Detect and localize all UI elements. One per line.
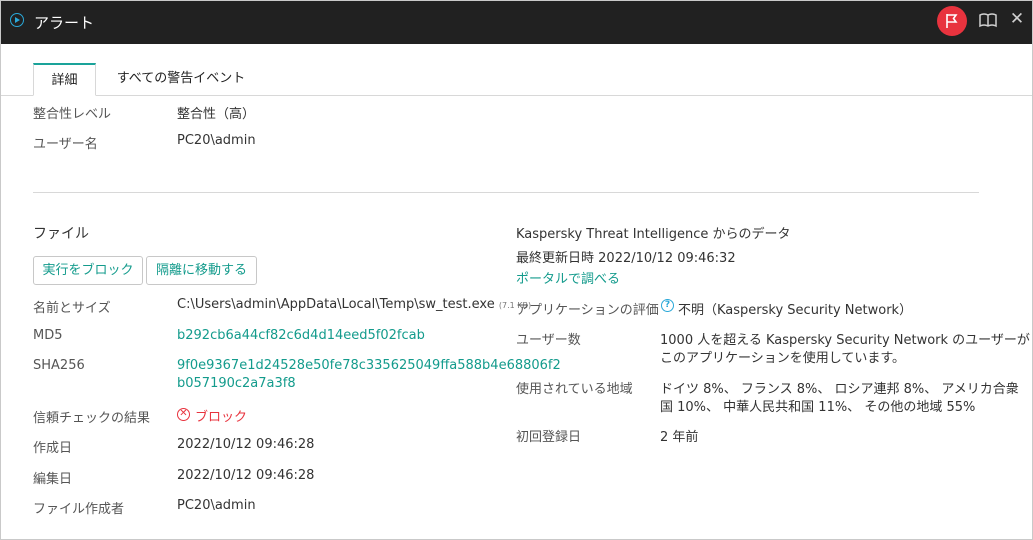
book-icon	[979, 13, 997, 28]
section-divider	[33, 192, 979, 193]
md5-link[interactable]: b292cb6a44cf82c6d4d14eed5f02fcab	[177, 328, 425, 343]
integrity-level-value: 整合性（高）	[177, 107, 256, 122]
file-path: C:\Users\admin\AppData\Local\Temp\sw_tes…	[177, 297, 495, 312]
user-name-label: ユーザー名	[33, 137, 98, 152]
name-size-label: 名前とサイズ	[33, 301, 111, 316]
alert-window: アラート ✕ 詳細 すべての警告イベント 整合性レベル 整合性（高） ユーザー名…	[0, 0, 1033, 540]
regions-label: 使用されている地域	[516, 382, 633, 397]
book-button[interactable]	[979, 12, 997, 28]
sha256-label: SHA256	[33, 358, 85, 373]
user-count-line1: 1000 人を超える Kaspersky Security Network のユ…	[660, 333, 1030, 348]
kti-heading: Kaspersky Threat Intelligence からのデータ	[516, 227, 791, 242]
creator-label: ファイル作成者	[33, 502, 125, 517]
creator-value: PC20\admin	[177, 498, 256, 513]
first-seen-value: 2 年前	[660, 430, 699, 445]
file-path-value: C:\Users\admin\AppData\Local\Temp\sw_tes…	[177, 297, 531, 312]
md5-label: MD5	[33, 328, 63, 343]
modified-value: 2022/10/12 09:46:28	[177, 468, 315, 483]
user-count-line2: このアプリケーションを使用しています。	[660, 351, 906, 366]
last-updated-value: 2022/10/12 09:46:32	[598, 251, 736, 266]
move-to-quarantine-button[interactable]: 隔離に移動する	[146, 256, 257, 285]
created-value: 2022/10/12 09:46:28	[177, 437, 315, 452]
tab-all-events[interactable]: すべての警告イベント	[111, 63, 251, 96]
help-icon[interactable]: ?	[661, 299, 674, 312]
close-icon: ✕	[1009, 9, 1025, 29]
tab-details[interactable]: 詳細	[33, 63, 96, 96]
integrity-level-label: 整合性レベル	[33, 107, 112, 122]
file-heading: ファイル	[33, 226, 89, 242]
regions-line1: ドイツ 8%、 フランス 8%、 ロシア連邦 8%、 アメリカ合衆	[660, 382, 1019, 397]
close-button[interactable]: ✕	[1009, 9, 1025, 29]
created-label: 作成日	[33, 441, 73, 456]
app-icon	[10, 13, 24, 27]
regions-line2: 国 10%、 中華人民共和国 11%、 その他の地域 55%	[660, 400, 976, 415]
trust-check-value: ブロック	[195, 410, 248, 425]
user-name-value: PC20\admin	[177, 133, 256, 148]
last-updated: 最終更新日時 2022/10/12 09:46:32	[516, 247, 736, 266]
window-title: アラート	[34, 14, 95, 32]
tab-bar: 詳細 すべての警告イベント	[1, 63, 1032, 96]
sha256-link-line1[interactable]: 9f0e9367e1d24528e50fe78c335625049ffa588b…	[177, 358, 561, 373]
app-rating-value: 不明（Kaspersky Security Network）	[678, 303, 913, 318]
block-execution-button[interactable]: 実行をブロック	[33, 256, 143, 285]
portal-link[interactable]: ポータルで調べる	[516, 268, 620, 287]
user-count-label: ユーザー数	[516, 333, 581, 348]
block-icon: ✕	[177, 408, 190, 421]
sha256-link-line2[interactable]: b057190c2a7a3f8	[177, 376, 296, 391]
flag-icon	[946, 14, 958, 28]
flag-button[interactable]	[937, 6, 967, 36]
trust-check-label: 信頼チェックの結果	[33, 411, 151, 426]
first-seen-label: 初回登録日	[516, 430, 582, 445]
titlebar: アラート ✕	[1, 1, 1032, 44]
app-rating-label: アプリケーションの評価	[516, 303, 659, 318]
last-updated-label: 最終更新日時	[516, 251, 595, 266]
modified-label: 編集日	[33, 472, 73, 487]
